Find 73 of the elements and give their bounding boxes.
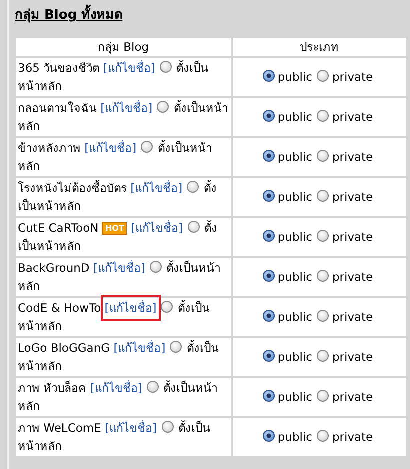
blog-entry: โรงหนังไม่ต้องซื้อบัตร [แก้ไขชื่อ] ตั้งเป็นหน้าหลัก — [18, 181, 217, 213]
radio-label: public — [278, 70, 312, 84]
edit-link[interactable]: [แก้ไขชื่อ] — [114, 339, 166, 357]
radio-button[interactable] — [317, 230, 330, 242]
radio-button[interactable] — [317, 270, 330, 282]
edit-link[interactable]: [แก้ไขชื่อ] — [84, 139, 137, 157]
radio-button[interactable] — [262, 190, 275, 202]
edit-link[interactable]: [แก้ไขชื่อ] — [130, 179, 183, 197]
radio-button[interactable] — [262, 230, 275, 242]
radio-label: public — [278, 190, 312, 204]
radio-label: public — [278, 270, 312, 284]
edit-link[interactable]: [แก้ไขชื่อ] — [100, 99, 153, 117]
radio-label: private — [332, 110, 374, 124]
edit-link[interactable]: [แก้ไขชื่อ] — [131, 219, 183, 237]
blog-entry: ภาพ หัวบล็อค [แก้ไขชื่อ] ตั้งเป็นหน้าหลัก — [18, 381, 218, 413]
radio-button[interactable] — [317, 190, 330, 202]
radio-button[interactable] — [188, 221, 200, 233]
edit-link[interactable]: [แก้ไขชื่อ] — [105, 419, 158, 437]
blog-entry: BackGrounD [แก้ไขชื่อ] ตั้งเป็นหน้าหลัก — [18, 261, 221, 293]
radio-button[interactable] — [161, 301, 174, 313]
radio-button[interactable] — [262, 350, 275, 362]
radio-label: public — [278, 310, 312, 324]
radio-button[interactable] — [160, 61, 172, 73]
radio-label: private — [332, 390, 374, 404]
radio-label: private — [332, 350, 374, 364]
radio-label: private — [332, 230, 374, 244]
radio-button[interactable] — [317, 390, 330, 402]
radio-label: public — [278, 230, 312, 244]
radio-button[interactable] — [170, 341, 182, 353]
radio-label: public — [278, 110, 312, 124]
radio-button[interactable] — [317, 150, 330, 162]
radio-label: public — [278, 430, 312, 444]
radio-label: private — [332, 270, 374, 284]
radio-label: private — [332, 190, 374, 204]
radio-label: private — [332, 150, 374, 164]
column-header: กลุ่ม Blog — [16, 38, 231, 56]
edit-link[interactable]: [แก้ไขชื่อ] — [103, 59, 156, 77]
column-header: ประเภท — [233, 38, 406, 56]
radio-button[interactable] — [262, 70, 275, 82]
radio-button[interactable] — [262, 390, 275, 402]
radio-button[interactable] — [317, 110, 330, 122]
blog-entry: 365 วันของชีวิต [แก้ไขชื่อ] ตั้งเป็นหน้าหลัก — [18, 61, 209, 93]
radio-button[interactable] — [262, 150, 275, 162]
radio-button[interactable] — [146, 381, 159, 393]
radio-button[interactable] — [317, 310, 330, 322]
radio-button[interactable] — [150, 261, 162, 273]
radio-label: public — [278, 350, 312, 364]
radio-button[interactable] — [162, 421, 174, 433]
radio-button[interactable] — [187, 181, 200, 193]
radio-button[interactable] — [317, 350, 330, 362]
edit-link[interactable]: [แก้ไขชื่อ] — [93, 259, 146, 277]
radio-button[interactable] — [262, 110, 275, 122]
blog-entry: CutE CaRTooN HOT [แก้ไขชื่อ] ตั้งเป็นหน้าหลัก — [18, 221, 218, 253]
blog-entry: ข้างหลังภาพ [แก้ไขชื่อ] ตั้งเป็นหน้าหลัก — [18, 141, 212, 173]
blog-entry: LoGo BloGGanG [แก้ไขชื่อ] ตั้งเป็นหน้าหลัก — [18, 341, 219, 373]
blog-entry: ภาพ WeLComE [แก้ไขชื่อ] ตั้งเป็นหน้าหลัก — [18, 421, 210, 453]
radio-button[interactable] — [141, 141, 154, 153]
hot-badge: HOT — [102, 222, 128, 235]
radio-label: public — [278, 150, 312, 164]
radio-button[interactable] — [317, 430, 330, 442]
radio-button[interactable] — [262, 310, 275, 322]
radio-label: private — [332, 310, 374, 324]
edit-link[interactable]: [แก้ไขชื่อ] — [90, 379, 142, 397]
radio-label: private — [332, 430, 374, 444]
radio-label: public — [278, 390, 312, 404]
radio-button[interactable] — [157, 101, 170, 113]
radio-button[interactable] — [262, 430, 275, 442]
section-title: กลุ่ม Blog ทั้งหมด — [15, 6, 410, 26]
blog-entry: กลอนตามใจฉัน [แก้ไขชื่อ] ตั้งเป็นหน้าหลัก — [18, 101, 228, 133]
radio-button[interactable] — [262, 270, 275, 282]
radio-button[interactable] — [317, 70, 330, 82]
blog-entry: CodE & HowTo [แก้ไขชื่อ] ตั้งเป็นหน้าหลัก — [18, 301, 210, 333]
radio-label: private — [332, 70, 374, 84]
